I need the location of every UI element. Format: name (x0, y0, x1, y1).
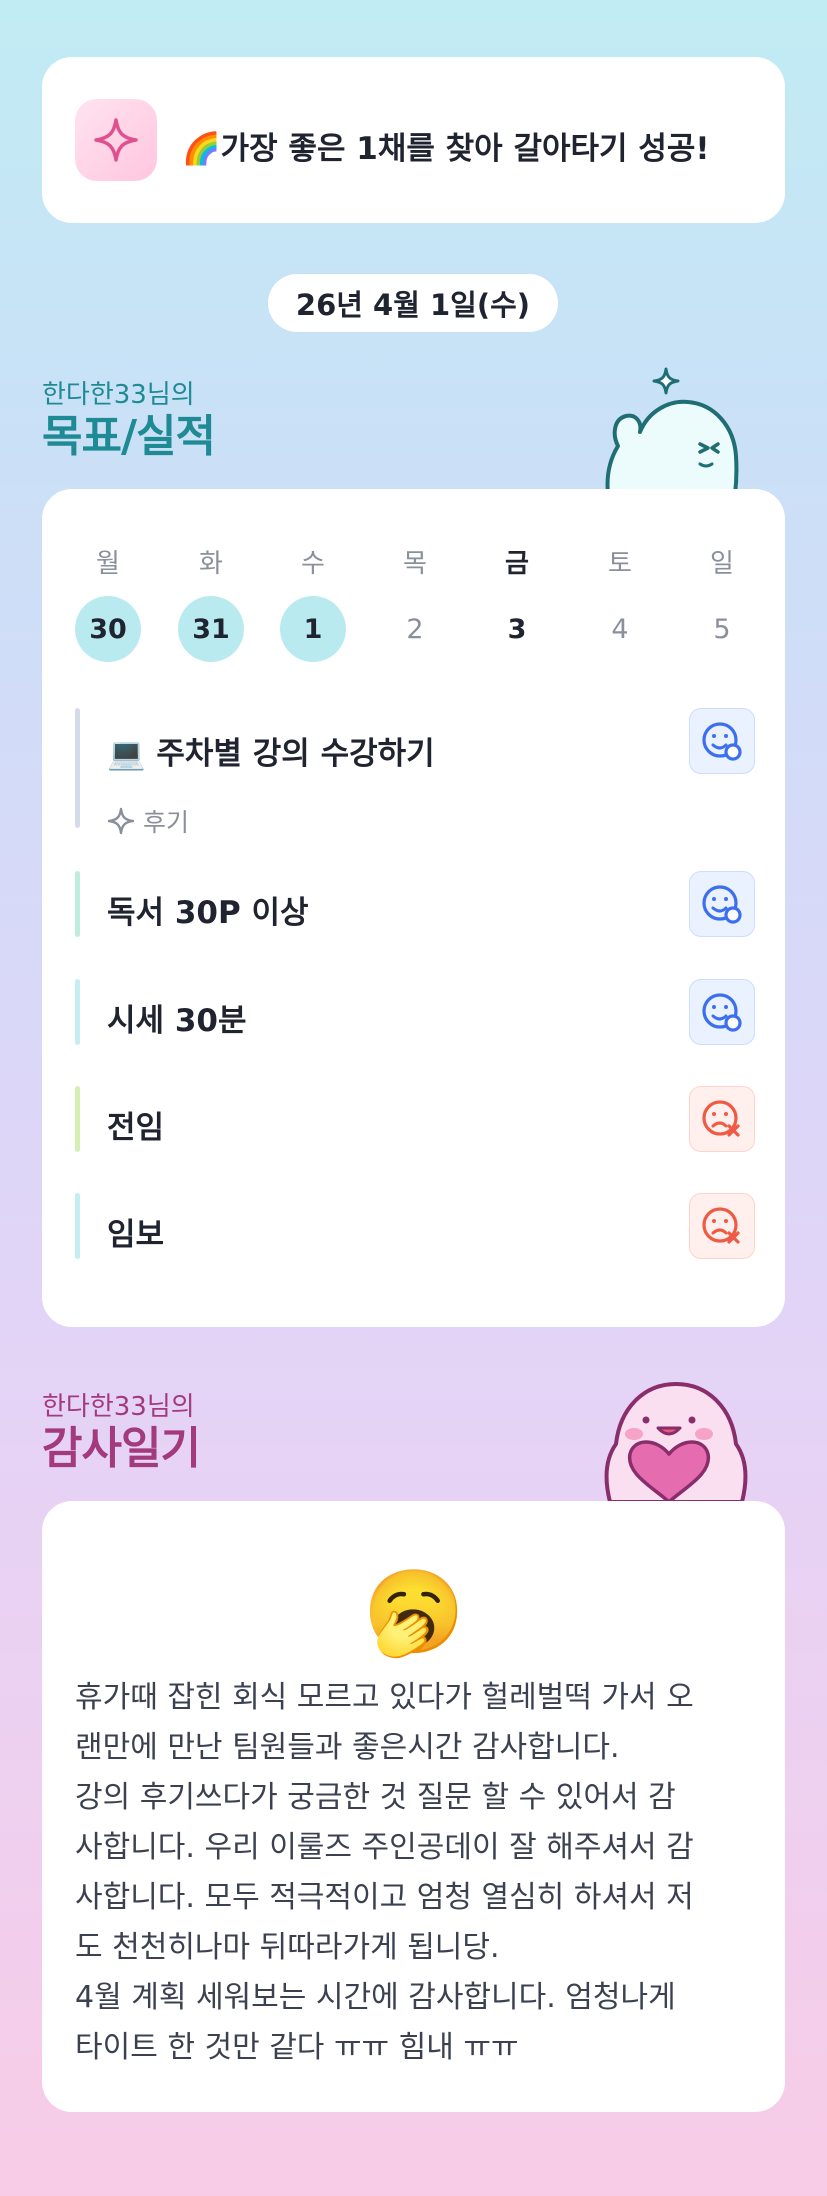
goal-item[interactable]: 💻 주차별 강의 수강하기 후기 (75, 708, 755, 837)
goal-bar (75, 871, 80, 937)
goal-item[interactable]: 전임 (75, 1086, 755, 1152)
goal-bar (75, 1086, 80, 1152)
date-selector[interactable]: 26년 4월 1일(수) (268, 274, 558, 332)
weekday-label: 목 (403, 549, 427, 579)
fail-status-icon[interactable] (689, 1086, 755, 1152)
goal-label: 독서 30P 이상 (107, 895, 309, 931)
success-status-icon[interactable] (689, 871, 755, 937)
goal-label: 💻 주차별 강의 수강하기 (107, 736, 435, 772)
calendar-day[interactable]: 5 (689, 596, 755, 662)
weekday-label: 일 (710, 549, 734, 579)
page: { "banner": { "icon": "sparkle-icon", "t… (0, 0, 827, 2196)
success-status-icon[interactable] (689, 979, 755, 1045)
goal-item[interactable]: 임보 (75, 1193, 755, 1259)
sparkle-icon (75, 99, 157, 181)
weekday-label: 토 (608, 549, 632, 579)
sparkle-icon (107, 807, 135, 835)
gratitude-text: 휴가때 잡힌 회식 모르고 있다가 헐레벌떡 가서 오 랜만에 만난 팀원들과 … (75, 1680, 694, 2065)
review-label: 후기 (143, 808, 190, 837)
gratitude-card: 🥱 휴가때 잡힌 회식 모르고 있다가 헐레벌떡 가서 오 랜만에 만난 팀원들… (42, 1501, 785, 2112)
calendar-day[interactable]: 2 (382, 596, 448, 662)
fail-status-icon[interactable] (689, 1193, 755, 1259)
calendar-day[interactable]: 1 (280, 596, 346, 662)
banner-text: 🌈가장 좋은 1채를 찾아 갈아타기 성공! (182, 131, 710, 167)
calendar-day[interactable]: 4 (587, 596, 653, 662)
weekday-label: 화 (199, 549, 223, 579)
goal-label: 임보 (107, 1217, 165, 1253)
mascot-cheer-illustration (596, 364, 756, 496)
goal-bar (75, 708, 80, 828)
goal-bar (75, 1193, 80, 1259)
mood-emoji: 🥱 (362, 1565, 465, 1660)
goal-label: 시세 30분 (107, 1003, 247, 1039)
goal-bar (75, 979, 80, 1045)
review-link[interactable]: 후기 (107, 803, 189, 839)
goals-title: 목표/실적 (42, 411, 216, 462)
calendar-day[interactable]: 31 (178, 596, 244, 662)
goal-item[interactable]: 시세 30분 (75, 979, 755, 1045)
weekday-label: 수 (301, 549, 325, 579)
mascot-heart-illustration (596, 1378, 756, 1504)
calendar-day[interactable]: 30 (75, 596, 141, 662)
goal-label: 전임 (107, 1110, 165, 1146)
goal-item[interactable]: 독서 30P 이상 (75, 871, 755, 937)
achievement-banner: 🌈가장 좋은 1채를 찾아 갈아타기 성공! (42, 57, 785, 223)
weekday-label: 금 (505, 549, 529, 579)
calendar-day[interactable]: 3 (484, 596, 550, 662)
thanks-title: 감사일기 (42, 1423, 201, 1474)
success-status-icon[interactable] (689, 708, 755, 774)
weekday-label: 월 (96, 549, 120, 579)
goals-card: 월 화 수 목 금 토 일 30 31 1 2 3 4 5 💻 주차별 강의 수… (42, 489, 785, 1327)
